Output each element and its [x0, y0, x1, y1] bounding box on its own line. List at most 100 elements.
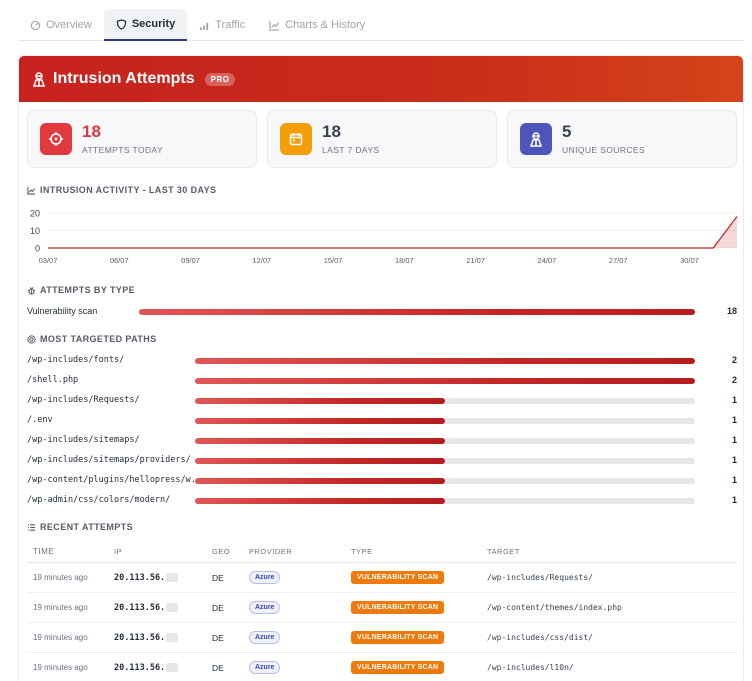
panel-title: Intrusion Attempts — [53, 70, 195, 87]
activity-section-title: INTRUSION ACTIVITY - LAST 30 DAYS — [27, 185, 216, 195]
intruder-icon — [32, 72, 46, 87]
tab-overview[interactable]: Overview — [18, 9, 104, 41]
stat-last-7-days: 18 LAST 7 DAYS — [267, 110, 497, 168]
type-bar-track — [139, 309, 695, 315]
header-type: TYPE — [351, 547, 373, 556]
path-bar-row: /wp-admin/css/colors/modern/1 — [27, 495, 737, 507]
signal-icon — [200, 22, 209, 30]
type-bar-fill — [139, 309, 695, 315]
x-tick-label: 06/07 — [110, 256, 129, 265]
path-count: 1 — [731, 455, 737, 465]
type-label: Vulnerability scan — [27, 306, 98, 316]
x-tick-label: 03/07 — [39, 256, 58, 265]
tab-security[interactable]: Security — [103, 9, 188, 41]
panel-banner: Intrusion Attempts PRO — [19, 56, 743, 102]
path-label: /wp-includes/sitemaps/ — [27, 435, 140, 445]
types-title: ATTEMPTS BY TYPE — [40, 285, 136, 295]
list-icon — [27, 523, 36, 531]
shield-icon — [116, 18, 127, 30]
cell-time: 19 minutes ago — [33, 663, 88, 672]
path-bar-fill — [195, 498, 445, 504]
x-tick-label: 18/07 — [395, 256, 414, 265]
path-count: 2 — [731, 375, 737, 385]
path-bar-track — [195, 498, 695, 504]
cell-geo: DE — [212, 572, 224, 583]
ip-text: 20.113.56. — [114, 602, 166, 613]
header-ip: IP — [114, 547, 123, 556]
crosshair-icon — [40, 123, 72, 155]
table-row[interactable]: 19 minutes ago 20.113.56. DE Azure VULNERABI… — [27, 593, 737, 623]
path-bar-track — [195, 398, 695, 404]
path-bar-fill — [195, 358, 695, 364]
cell-type: VULNERABILITY SCAN — [351, 601, 487, 614]
bug-icon — [27, 286, 36, 295]
path-label: /wp-includes/Requests/ — [27, 395, 140, 405]
types-section-title: ATTEMPTS BY TYPE — [27, 285, 135, 295]
tab-label: Traffic — [215, 19, 246, 31]
gauge-icon — [30, 20, 41, 30]
activity-title: INTRUSION ACTIVITY - LAST 30 DAYS — [40, 185, 217, 195]
header-time: TIME — [33, 547, 55, 556]
y-tick-label: 0 — [35, 244, 40, 254]
path-label: /shell.php — [27, 375, 79, 385]
path-bar-row: /wp-content/plugins/hellopress/w... 1 — [27, 475, 737, 487]
table-header: TIME IP GEO PROVIDER TYPE TARGET — [27, 541, 737, 563]
calendar-icon — [280, 123, 312, 155]
x-tick-label: 30/07 — [680, 256, 699, 265]
cell-time: 19 minutes ago — [33, 633, 88, 642]
x-tick-label: 27/07 — [609, 256, 628, 265]
cell-geo: DE — [212, 602, 224, 613]
tab-traffic[interactable]: Traffic — [187, 9, 257, 41]
x-tick-label: 12/07 — [252, 256, 271, 265]
tab-label: Charts & History — [285, 19, 366, 31]
stat-value: 18 — [82, 122, 101, 141]
paths-title: MOST TARGETED PATHS — [40, 334, 157, 344]
path-label: /wp-includes/sitemaps/providers/ — [27, 455, 191, 465]
table-row[interactable]: 19 minutes ago 20.113.56. DE Azure VULNERABI… — [27, 563, 737, 593]
path-bar-fill — [195, 398, 445, 404]
intrusion-panel: Intrusion Attempts PRO 18 ATTEMPTS TODAY… — [18, 55, 744, 681]
cell-time: 19 minutes ago — [33, 603, 88, 612]
stat-attempts-today: 18 ATTEMPTS TODAY — [27, 110, 257, 168]
path-label: /wp-content/plugins/hellopress/w... — [27, 475, 207, 485]
cell-target: /wp-includes/Requests/ — [487, 573, 593, 582]
path-label: /wp-admin/css/colors/modern/ — [27, 495, 171, 505]
path-count: 1 — [731, 415, 737, 425]
y-tick-label: 10 — [30, 226, 40, 236]
header-geo: GEO — [212, 547, 231, 556]
cell-time: 19 minutes ago — [33, 573, 88, 582]
path-bar-track — [195, 458, 695, 464]
cell-geo: DE — [212, 632, 224, 643]
cell-target: /wp-includes/css/dist/ — [487, 633, 593, 642]
table-row[interactable]: 19 minutes ago 20.113.56. DE Azure VULNERABI… — [27, 653, 737, 681]
x-tick-label: 21/07 — [466, 256, 485, 265]
type-badge: VULNERABILITY SCAN — [351, 661, 445, 674]
ip-redacted — [166, 602, 179, 612]
y-tick-label: 20 — [30, 209, 40, 219]
type-badge: VULNERABILITY SCAN — [351, 601, 445, 614]
cell-target: /wp-content/themes/index.php — [487, 603, 622, 612]
path-label: /wp-includes/fonts/ — [27, 355, 125, 365]
path-bar-track — [195, 378, 695, 384]
path-bar-track — [195, 418, 695, 424]
type-badge: VULNERABILITY SCAN — [351, 631, 445, 644]
cell-ip: 20.113.56. — [114, 572, 212, 583]
path-bar-fill — [195, 478, 445, 484]
path-bar-row: /wp-includes/sitemaps/1 — [27, 435, 737, 447]
path-bar-fill — [195, 438, 445, 444]
path-bar-track — [195, 438, 695, 444]
cell-type: VULNERABILITY SCAN — [351, 661, 487, 674]
stat-label: ATTEMPTS TODAY — [82, 145, 164, 155]
cell-type: VULNERABILITY SCAN — [351, 631, 487, 644]
path-bar-fill — [195, 418, 445, 424]
tab-charts-history[interactable]: Charts & History — [257, 9, 377, 41]
path-bar-fill — [195, 378, 695, 384]
stat-value: 18 — [322, 122, 341, 141]
path-count: 2 — [731, 355, 737, 365]
path-bar-row: /.env 1 — [27, 415, 737, 427]
stat-value: 5 — [562, 122, 572, 141]
ip-text: 20.113.56. — [114, 572, 166, 583]
table-row[interactable]: 19 minutes ago 20.113.56. DE Azure VULNERABI… — [27, 623, 737, 653]
stat-unique-sources: 5 UNIQUE SOURCES — [507, 110, 737, 168]
ip-text: 20.113.56. — [114, 662, 166, 673]
